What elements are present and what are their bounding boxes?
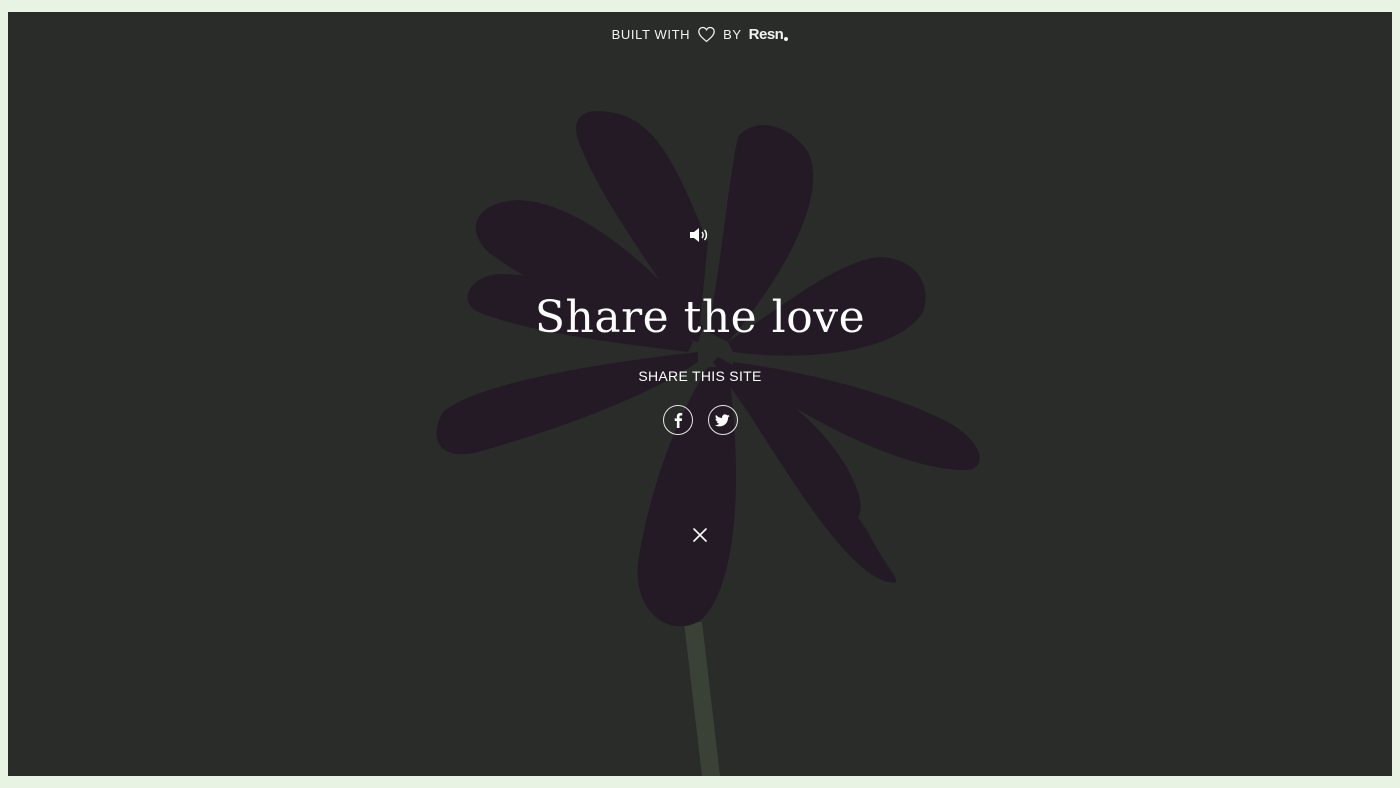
credit-prefix: BUILT WITH	[611, 27, 691, 42]
close-icon[interactable]	[690, 525, 710, 545]
page-title: Share the love	[534, 292, 866, 343]
twitter-share-button[interactable]	[707, 405, 738, 435]
resn-logo-text: Resn	[748, 26, 784, 43]
credit-by: BY	[723, 27, 742, 42]
social-share-buttons	[8, 405, 1392, 435]
heart-icon	[698, 26, 715, 43]
share-subtitle: SHARE THIS SITE	[638, 368, 762, 384]
twitter-icon	[715, 413, 730, 426]
resn-logo[interactable]: Resn	[749, 26, 789, 43]
facebook-share-button[interactable]	[662, 405, 693, 435]
built-with-credit: BUILT WITH BY Resn	[8, 26, 1392, 43]
flower-illustration	[436, 111, 980, 776]
resn-logo-dot	[784, 37, 789, 41]
speaker-icon[interactable]	[688, 225, 710, 245]
overlay-panel: BUILT WITH BY Resn Share the love SHARE …	[8, 12, 1392, 776]
facebook-icon	[674, 413, 682, 428]
